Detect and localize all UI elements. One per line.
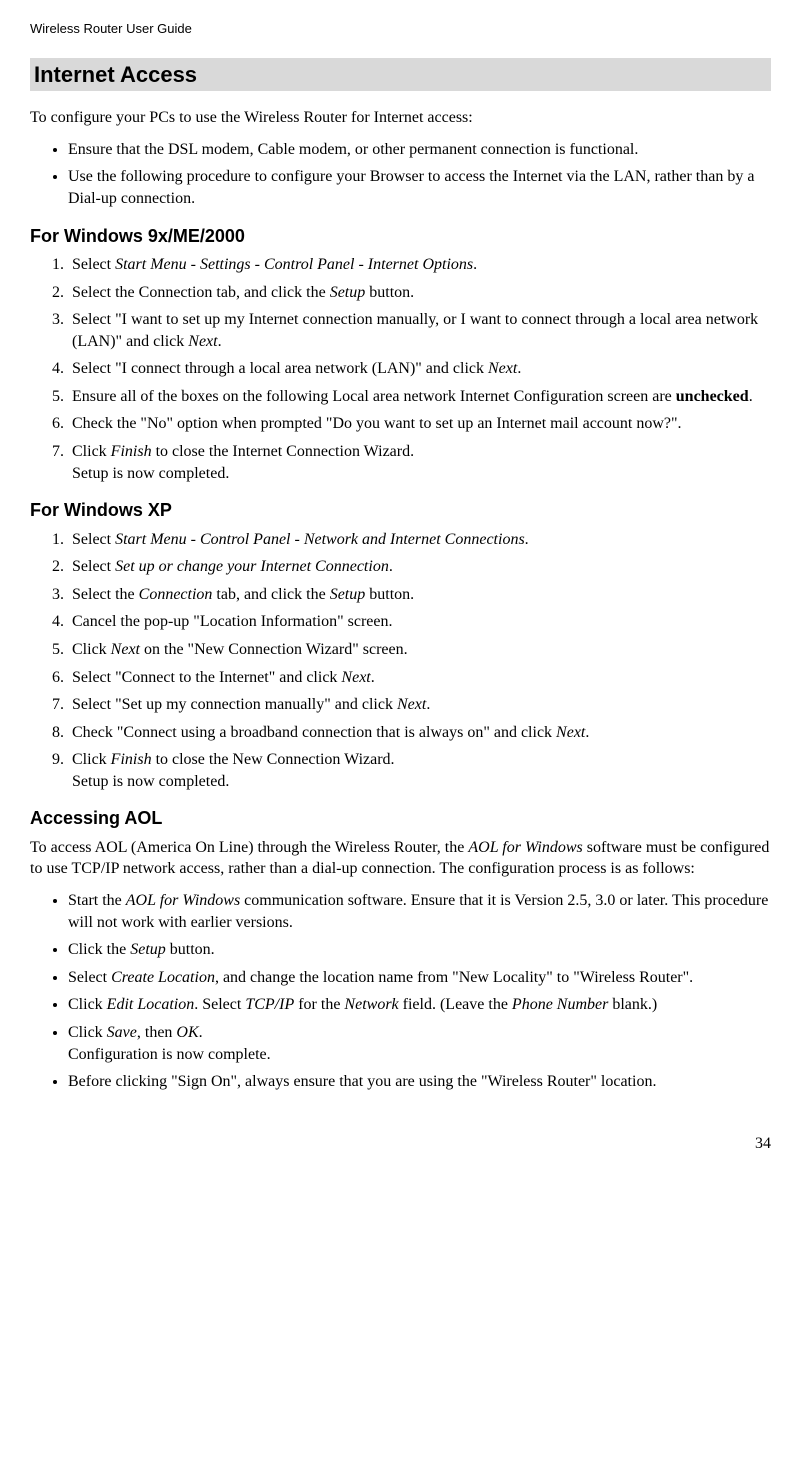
winxp-steps: Select Start Menu - Control Panel - Netw… (30, 529, 771, 793)
list-item: Click Finish to close the Internet Conne… (68, 441, 771, 484)
subsection-title-aol: Accessing AOL (30, 806, 771, 830)
list-item: Click Finish to close the New Connection… (68, 749, 771, 792)
subsection-title-winxp: For Windows XP (30, 498, 771, 522)
section-title: Internet Access (30, 58, 771, 92)
list-item: Select the Connection tab, and click the… (68, 282, 771, 304)
subsection-title-win9x: For Windows 9x/ME/2000 (30, 224, 771, 248)
list-item: Click Next on the "New Connection Wizard… (68, 639, 771, 661)
list-item: Click the Setup button. (68, 939, 771, 961)
intro-paragraph: To configure your PCs to use the Wireles… (30, 107, 771, 129)
list-item: Select "I connect through a local area n… (68, 358, 771, 380)
win9x-steps: Select Start Menu - Settings - Control P… (30, 254, 771, 484)
page-header: Wireless Router User Guide (30, 20, 771, 38)
list-item: Click Edit Location. Select TCP/IP for t… (68, 994, 771, 1016)
aol-bullets: Start the AOL for Windows communication … (30, 890, 771, 1093)
list-item: Select Start Menu - Settings - Control P… (68, 254, 771, 276)
list-item: Check "Connect using a broadband connect… (68, 722, 771, 744)
list-item: Ensure all of the boxes on the following… (68, 386, 771, 408)
list-item: Select Create Location, and change the l… (68, 967, 771, 989)
page-number: 34 (30, 1133, 771, 1155)
list-item: Select Start Menu - Control Panel - Netw… (68, 529, 771, 551)
list-item: Start the AOL for Windows communication … (68, 890, 771, 933)
list-item: Cancel the pop-up "Location Information"… (68, 611, 771, 633)
list-item: Select "Connect to the Internet" and cli… (68, 667, 771, 689)
list-item: Select "Set up my connection manually" a… (68, 694, 771, 716)
intro-bullets: Ensure that the DSL modem, Cable modem, … (30, 139, 771, 210)
list-item: Check the "No" option when prompted "Do … (68, 413, 771, 435)
list-item: Before clicking "Sign On", always ensure… (68, 1071, 771, 1093)
list-item: Select the Connection tab, and click the… (68, 584, 771, 606)
list-item: Select Set up or change your Internet Co… (68, 556, 771, 578)
list-item: Select "I want to set up my Internet con… (68, 309, 771, 352)
aol-intro: To access AOL (America On Line) through … (30, 837, 771, 880)
list-item: Ensure that the DSL modem, Cable modem, … (68, 139, 771, 161)
list-item: Click Save, then OK.Configuration is now… (68, 1022, 771, 1065)
list-item: Use the following procedure to configure… (68, 166, 771, 209)
